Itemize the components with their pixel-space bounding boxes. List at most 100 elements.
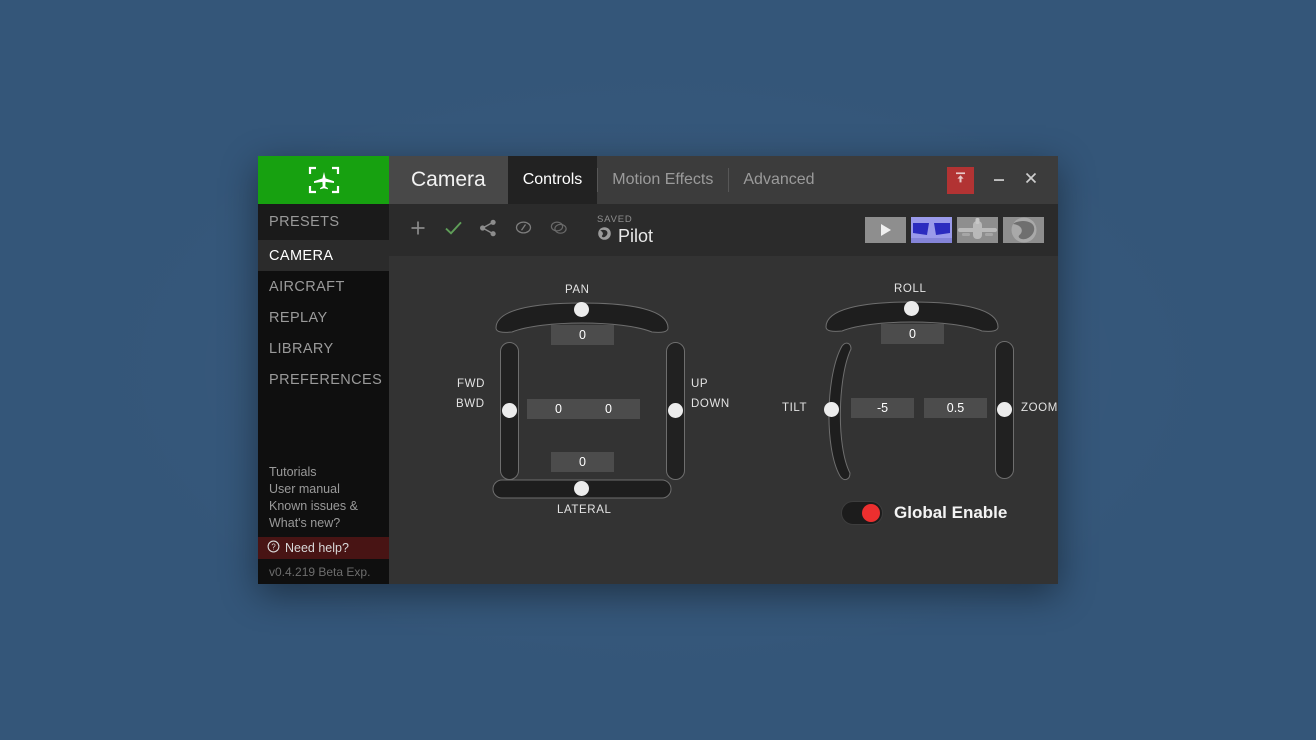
add-preset-button[interactable]	[407, 219, 429, 241]
share-icon	[479, 219, 497, 242]
zoom-slider-thumb[interactable]	[997, 402, 1012, 417]
tab-advanced[interactable]: Advanced	[728, 156, 829, 204]
roll-value-input[interactable]: 0	[881, 324, 944, 344]
preset-name: Pilot	[618, 225, 653, 247]
title-bar: Camera Controls Motion Effects Advanced	[258, 156, 1058, 204]
controls-canvas: PAN 0 FWD BWD 0 UP	[389, 256, 1058, 584]
play-view-button[interactable]	[865, 217, 906, 243]
app-window: Camera Controls Motion Effects Advanced	[258, 156, 1058, 584]
share-preset-button[interactable]	[477, 219, 499, 241]
duplicate-preset-icon	[549, 218, 568, 242]
sidebar-spacer	[258, 395, 389, 464]
lateral-slider-thumb[interactable]	[574, 481, 589, 496]
tab-motion-effects-label: Motion Effects	[612, 171, 713, 189]
aircraft-view-button[interactable]	[957, 217, 998, 243]
tab-bar: Controls Motion Effects Advanced	[508, 156, 830, 204]
pin-to-top-icon	[953, 170, 968, 190]
link-known-issues[interactable]: Known issues &	[258, 498, 389, 515]
up-down-value-input[interactable]: 0	[577, 399, 640, 419]
preset-toolbar: SAVED Pilot	[389, 204, 1058, 256]
main-panel: SAVED Pilot	[389, 204, 1058, 584]
saved-label: SAVED	[597, 214, 653, 225]
lateral-label: LATERAL	[557, 504, 611, 516]
minimize-button[interactable]	[986, 167, 1012, 193]
sidebar-item-replay-label: REPLAY	[269, 310, 328, 326]
global-enable-label: Global Enable	[894, 503, 1007, 523]
duplicate-preset-button[interactable]	[547, 219, 569, 241]
fwd-label: FWD	[457, 378, 485, 390]
sidebar-item-library[interactable]: LIBRARY	[258, 333, 389, 364]
roll-slider-thumb[interactable]	[904, 301, 919, 316]
down-label: DOWN	[691, 398, 730, 410]
question-mark-circle-icon: ?	[267, 540, 280, 556]
up-down-slider-thumb[interactable]	[668, 403, 683, 418]
copy-preset-button[interactable]	[512, 219, 534, 241]
window-controls	[947, 156, 1058, 204]
roll-label: ROLL	[894, 283, 926, 295]
sidebar-item-replay[interactable]: REPLAY	[258, 302, 389, 333]
save-preset-button[interactable]	[442, 219, 464, 241]
earth-view-button[interactable]	[1003, 217, 1044, 243]
global-enable-knob	[862, 504, 880, 522]
pin-to-top-button[interactable]	[947, 167, 974, 194]
sidebar-item-presets-label: PRESETS	[269, 214, 340, 230]
cockpit-view-button[interactable]	[911, 217, 952, 243]
sidebar-item-camera[interactable]: CAMERA	[258, 240, 389, 271]
up-label: UP	[691, 378, 708, 390]
minimize-icon	[992, 171, 1006, 190]
lateral-value-input[interactable]: 0	[551, 452, 614, 472]
need-help-label: Need help?	[285, 541, 349, 555]
globe-icon	[597, 226, 612, 246]
earth-view-thumbnail	[1003, 230, 1044, 243]
global-enable-row: Global Enable	[841, 501, 1007, 525]
view-thumbnail-group	[865, 217, 1044, 243]
need-help-button[interactable]: ? Need help?	[258, 537, 389, 559]
svg-text:?: ?	[271, 542, 276, 551]
cockpit-view-thumbnail	[911, 230, 952, 243]
close-icon	[1023, 170, 1039, 191]
tab-motion-effects[interactable]: Motion Effects	[597, 156, 728, 204]
page-title: Camera	[389, 156, 508, 204]
preset-name-block[interactable]: SAVED Pilot	[597, 214, 653, 247]
pan-slider-thumb[interactable]	[574, 302, 589, 317]
tilt-label: TILT	[782, 402, 807, 414]
global-enable-toggle[interactable]	[841, 501, 883, 525]
version-label: v0.4.219 Beta Exp.	[258, 559, 389, 584]
tilt-slider-thumb[interactable]	[824, 402, 839, 417]
sidebar-item-library-label: LIBRARY	[269, 341, 334, 357]
plus-icon	[409, 219, 427, 242]
sidebar: PRESETS CAMERA AIRCRAFT REPLAY LIBRARY P…	[258, 204, 389, 584]
sidebar-item-camera-label: CAMERA	[269, 248, 333, 264]
tab-controls-label: Controls	[523, 171, 583, 189]
bwd-label: BWD	[456, 398, 485, 410]
pan-label: PAN	[565, 284, 590, 296]
pan-value-input[interactable]: 0	[551, 325, 614, 345]
window-body: PRESETS CAMERA AIRCRAFT REPLAY LIBRARY P…	[258, 204, 1058, 584]
zoom-label: ZOOM	[1021, 402, 1058, 414]
preset-name-row: Pilot	[597, 225, 653, 247]
sidebar-item-aircraft[interactable]: AIRCRAFT	[258, 271, 389, 302]
check-icon	[444, 219, 463, 242]
left-control-cluster: PAN 0 FWD BWD 0 UP	[459, 284, 709, 539]
link-tutorials[interactable]: Tutorials	[258, 464, 389, 481]
right-control-cluster: ROLL 0 TILT -5 ZOOM	[789, 283, 1039, 543]
link-user-manual[interactable]: User manual	[258, 481, 389, 498]
sidebar-item-aircraft-label: AIRCRAFT	[269, 279, 345, 295]
copy-preset-icon	[514, 218, 533, 242]
titlebar-spacer	[830, 156, 947, 204]
airplane-viewfinder-icon	[307, 165, 341, 195]
tab-controls[interactable]: Controls	[508, 156, 598, 204]
sidebar-item-presets[interactable]: PRESETS	[258, 204, 389, 240]
preset-icon-group	[407, 219, 569, 241]
close-button[interactable]	[1018, 167, 1044, 193]
tab-advanced-label: Advanced	[743, 171, 814, 189]
app-logo-button[interactable]	[258, 156, 389, 204]
aircraft-front-view-thumbnail	[957, 230, 998, 243]
link-whats-new[interactable]: What's new?	[258, 515, 389, 532]
sidebar-item-preferences-label: PREFERENCES	[269, 372, 382, 388]
fwd-bwd-slider-thumb[interactable]	[502, 403, 517, 418]
sidebar-item-preferences[interactable]: PREFERENCES	[258, 364, 389, 395]
play-icon	[865, 230, 906, 243]
zoom-value-input[interactable]: 0.5	[924, 398, 987, 418]
tilt-value-input[interactable]: -5	[851, 398, 914, 418]
